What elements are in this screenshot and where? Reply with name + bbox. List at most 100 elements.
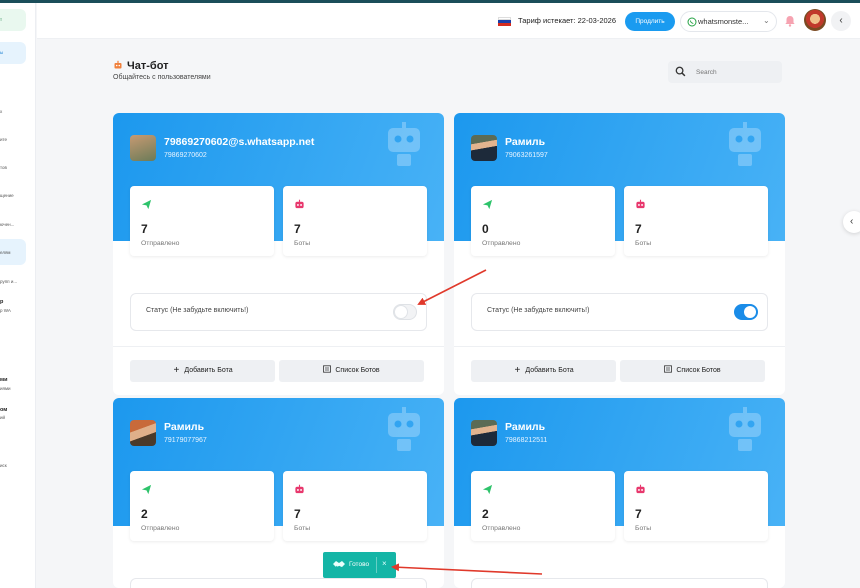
page-subtitle: Общайтесь с пользователями — [113, 74, 211, 81]
sidebar-item-label: елям — [0, 250, 11, 255]
plus-icon: + — [173, 365, 180, 376]
sent-stat: 7 Отправлено — [130, 186, 274, 256]
sidebar-item-label[interactable]: рупп и... — [0, 279, 17, 285]
sent-stat: 2 Отправлено — [130, 471, 274, 541]
contact-number: 79869270602 — [164, 152, 207, 159]
sidebar-item-active-blue[interactable] — [0, 42, 26, 64]
sent-stat: 0 Отправлено — [471, 186, 615, 256]
sidebar-item-label[interactable]: тов — [0, 165, 7, 171]
send-icon — [141, 484, 152, 495]
sidebar-item-active-green[interactable] — [0, 9, 26, 31]
status-toggle[interactable] — [393, 304, 417, 320]
bot-list-button[interactable]: Список Ботов — [279, 360, 424, 382]
sidebar-item-label[interactable]: ючен... — [0, 222, 14, 228]
send-icon — [482, 484, 493, 495]
search-icon — [675, 66, 686, 77]
sidebar-section-title: ом — [0, 407, 8, 413]
bots-value: 7 — [635, 507, 642, 521]
bot-icon — [636, 484, 645, 494]
add-bot-button[interactable]: + Добавить Бота — [130, 360, 275, 382]
contact-number: 79063261597 — [505, 152, 548, 159]
bell-icon[interactable] — [783, 14, 797, 28]
account-name: whatsmonste... — [698, 17, 749, 26]
toast-text: Готово — [349, 561, 370, 568]
bot-list-label: Список Ботов — [335, 367, 380, 374]
search-box[interactable] — [668, 61, 782, 83]
status-row — [130, 578, 427, 588]
whatsapp-icon — [687, 17, 697, 27]
bot-card: Рамиль 79063261597 0 Отправлено 7 Боты С… — [454, 113, 785, 395]
sidebar-section-title: р — [0, 299, 4, 305]
contact-name: Рамиль — [505, 136, 546, 148]
add-bot-label: Добавить Бота — [184, 367, 233, 374]
right-panel-toggle[interactable]: ‹ — [843, 211, 860, 233]
sidebar-item-label[interactable]: р WA — [0, 308, 11, 314]
robot-icon — [114, 60, 122, 69]
sidebar-item-label[interactable]: иями — [0, 386, 11, 392]
status-toggle[interactable] — [734, 304, 758, 320]
tariff-expiry-text: Тариф истекает: 22-03-2026 — [518, 16, 616, 25]
send-icon — [141, 199, 152, 210]
collapse-back-button[interactable]: ‹ — [831, 11, 851, 31]
add-bot-button[interactable]: + Добавить Бота — [471, 360, 616, 382]
contact-name: Рамиль — [164, 421, 205, 433]
bots-stat: 7 Боты — [283, 471, 427, 541]
sidebar-item-label: т — [0, 17, 3, 22]
sidebar-item-label[interactable]: иск — [0, 463, 7, 469]
bot-card: Рамиль 79868212511 2 Отправлено 7 Боты — [454, 398, 785, 588]
divider — [113, 346, 444, 347]
search-input[interactable] — [696, 65, 776, 79]
robot-watermark-icon — [729, 407, 761, 451]
sent-value: 7 — [141, 222, 148, 236]
sidebar-section-title: ми — [0, 377, 8, 383]
bot-icon — [295, 484, 304, 494]
sidebar: т ы х ите тов щение ючен... елям рупп и.… — [0, 3, 36, 588]
sent-label: Отправлено — [141, 240, 180, 247]
contact-name: 79869270602@s.whatsapp.net — [164, 136, 315, 148]
toast-separator — [376, 557, 377, 573]
chevron-down-icon: ⌄ — [763, 16, 770, 25]
list-icon — [323, 365, 332, 373]
sent-stat: 2 Отправлено — [471, 471, 615, 541]
bot-list-label: Список Ботов — [676, 367, 721, 374]
sent-label: Отправлено — [482, 240, 521, 247]
robot-watermark-icon — [388, 407, 420, 451]
bot-card: 79869270602@s.whatsapp.net 79869270602 7… — [113, 113, 444, 395]
bots-label: Боты — [635, 240, 652, 247]
robot-watermark-icon — [729, 122, 761, 166]
bots-value: 7 — [294, 507, 301, 521]
sent-value: 0 — [482, 222, 489, 236]
contact-avatar — [130, 420, 156, 446]
bot-icon — [295, 199, 304, 209]
contact-number: 79868212511 — [505, 437, 548, 444]
sent-label: Отправлено — [482, 525, 521, 532]
renew-button[interactable]: Продлить — [625, 12, 675, 31]
list-icon — [664, 365, 673, 373]
add-bot-label: Добавить Бота — [525, 367, 574, 374]
bot-list-button[interactable]: Список Ботов — [620, 360, 765, 382]
status-row — [471, 578, 768, 588]
sent-label: Отправлено — [141, 525, 180, 532]
bots-label: Боты — [294, 525, 311, 532]
toast-close-icon[interactable]: × — [382, 559, 387, 568]
account-selector[interactable]: whatsmonste... ⌄ — [680, 11, 777, 32]
contact-avatar — [471, 135, 497, 161]
status-row: Статус (Не забудьте включить!) — [130, 293, 427, 331]
bots-label: Боты — [294, 240, 311, 247]
sidebar-item-label[interactable]: х — [0, 109, 2, 115]
sent-value: 2 — [482, 507, 489, 521]
contact-avatar — [471, 420, 497, 446]
bots-value: 7 — [635, 222, 642, 236]
robot-watermark-icon — [388, 122, 420, 166]
page-title: Чат-бот — [113, 60, 169, 72]
bots-value: 7 — [294, 222, 301, 236]
contact-avatar — [130, 135, 156, 161]
sidebar-item-label[interactable]: ий — [0, 415, 5, 421]
user-avatar[interactable] — [804, 9, 826, 31]
sidebar-item-label[interactable]: ите — [0, 137, 7, 143]
top-header: Тариф истекает: 22-03-2026 Продлить what… — [37, 3, 860, 39]
bots-label: Боты — [635, 525, 652, 532]
status-label: Статус (Не забудьте включить!) — [487, 307, 590, 314]
success-toast: Готово × — [323, 552, 396, 578]
sidebar-item-label[interactable]: щение — [0, 193, 14, 199]
